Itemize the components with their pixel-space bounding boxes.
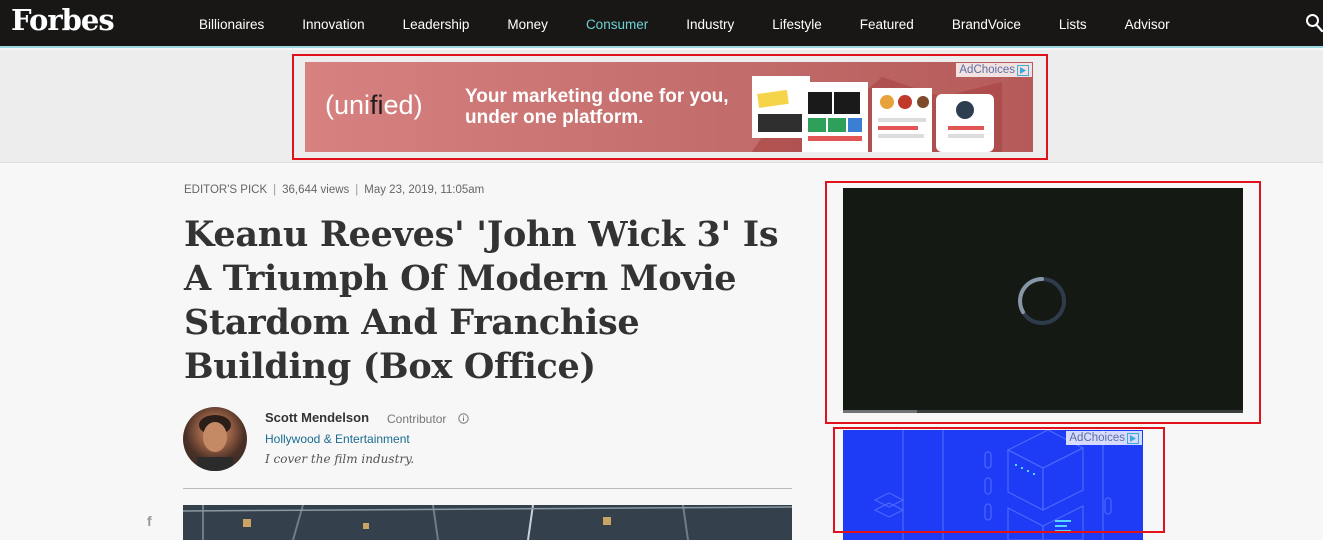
article-title: Keanu Reeves' 'John Wick 3' Is A Triumph… <box>184 214 779 387</box>
nav-menu: Billionaires Innovation Leadership Money Con… <box>180 0 1189 48</box>
nav-item-featured[interactable]: Featured <box>841 17 933 32</box>
nav-item-brandvoice[interactable]: BrandVoice <box>933 17 1040 32</box>
author-divider <box>183 488 792 489</box>
editors-pick-label: EDITOR'S PICK <box>184 184 268 196</box>
video-highlight-box <box>825 181 1261 424</box>
author-role: Contributor <box>387 412 447 426</box>
nav-item-lifestyle[interactable]: Lifestyle <box>753 17 841 32</box>
top-navigation-bar: Forbes Billionaires Innovation Leadership M… <box>0 0 1323 48</box>
nav-item-leadership[interactable]: Leadership <box>384 17 489 32</box>
view-count: 36,644 views <box>282 184 350 196</box>
search-icon[interactable] <box>1305 13 1323 33</box>
nav-item-lists[interactable]: Lists <box>1040 17 1106 32</box>
nav-item-billionaires[interactable]: Billionaires <box>180 17 283 32</box>
nav-item-innovation[interactable]: Innovation <box>283 17 383 32</box>
nav-item-advisor[interactable]: Advisor <box>1106 17 1189 32</box>
forbes-logo[interactable]: Forbes <box>11 3 115 37</box>
hero-image <box>183 505 792 540</box>
publish-date: May 23, 2019, 11:05am <box>364 184 485 196</box>
nav-item-money[interactable]: Money <box>488 17 567 32</box>
sidebar-ad-highlight-box <box>833 427 1165 533</box>
article-meta: EDITOR'S PICK | 36,644 views | May 23, 2019,… <box>184 184 485 196</box>
nav-item-consumer[interactable]: Consumer <box>567 17 667 32</box>
author-avatar[interactable] <box>183 407 247 471</box>
author-name[interactable]: Scott Mendelson <box>265 410 369 425</box>
nav-item-industry[interactable]: Industry <box>667 17 753 32</box>
author-bio: I cover the film industry. <box>265 452 415 466</box>
facebook-icon[interactable]: f <box>147 513 152 529</box>
top-ad-highlight-box <box>292 54 1048 160</box>
author-section-link[interactable]: Hollywood & Entertainment <box>265 432 410 446</box>
info-icon[interactable] <box>458 413 469 424</box>
